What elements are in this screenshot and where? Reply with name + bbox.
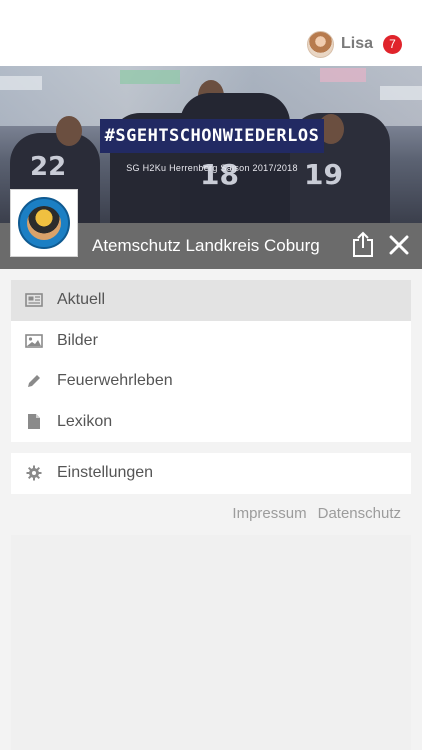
menu-item-label: Feuerwehrleben: [57, 372, 173, 390]
menu-item-label: Aktuell: [57, 291, 106, 309]
wall-sign: [320, 68, 366, 82]
menu-item-bilder[interactable]: Bilder: [11, 321, 411, 362]
top-bar: Lisa 7: [0, 0, 422, 66]
footer-links: Impressum Datenschutz: [232, 505, 401, 522]
organization-title: Atemschutz Landkreis Coburg: [92, 236, 320, 255]
document-icon: [25, 414, 43, 430]
menu-item-label: Lexikon: [57, 412, 113, 430]
organization-logo[interactable]: [10, 189, 78, 257]
share-button[interactable]: [352, 231, 374, 257]
menu-item-aktuell[interactable]: Aktuell: [11, 280, 411, 321]
datenschutz-link[interactable]: Datenschutz: [318, 505, 401, 522]
hashtag-banner: #SGEHTSCHONWIEDERLOS: [100, 119, 324, 153]
user-name[interactable]: Lisa: [341, 35, 373, 53]
season-subline: SG H2Ku Herrenberg Saison 2017/2018: [126, 163, 298, 173]
close-icon: [389, 235, 409, 255]
wall-sign: [380, 86, 422, 100]
player-head: [56, 116, 82, 146]
notification-badge[interactable]: 7: [383, 34, 402, 54]
menu-item-label: Einstellungen: [57, 464, 154, 482]
content-area: [11, 535, 411, 750]
close-button[interactable]: [388, 234, 410, 256]
logo-emblem: [18, 197, 70, 249]
firefighter-emblem-icon: [27, 206, 61, 240]
settings-menu: Einstellungen: [11, 453, 411, 494]
wall-sign: [0, 76, 42, 90]
menu-item-feuerwehrleben[interactable]: Feuerwehrleben: [11, 361, 411, 402]
pencil-icon: [25, 373, 43, 389]
menu-item-einstellungen[interactable]: Einstellungen: [11, 453, 411, 494]
user-profile[interactable]: Lisa 7: [306, 30, 402, 58]
impressum-link[interactable]: Impressum: [232, 505, 306, 522]
newspaper-icon: [25, 292, 43, 308]
jersey-number: 22: [30, 152, 67, 182]
image-icon: [25, 333, 43, 349]
menu-item-label: Bilder: [57, 331, 98, 349]
avatar[interactable]: [306, 30, 334, 58]
menu-item-lexikon[interactable]: Lexikon: [11, 402, 411, 443]
wall-sign: [120, 70, 180, 84]
navigation-menu: Aktuell Bilder Feuerwehrleben Lexikon: [11, 280, 411, 442]
gear-icon: [25, 465, 43, 481]
share-icon: [353, 231, 373, 257]
